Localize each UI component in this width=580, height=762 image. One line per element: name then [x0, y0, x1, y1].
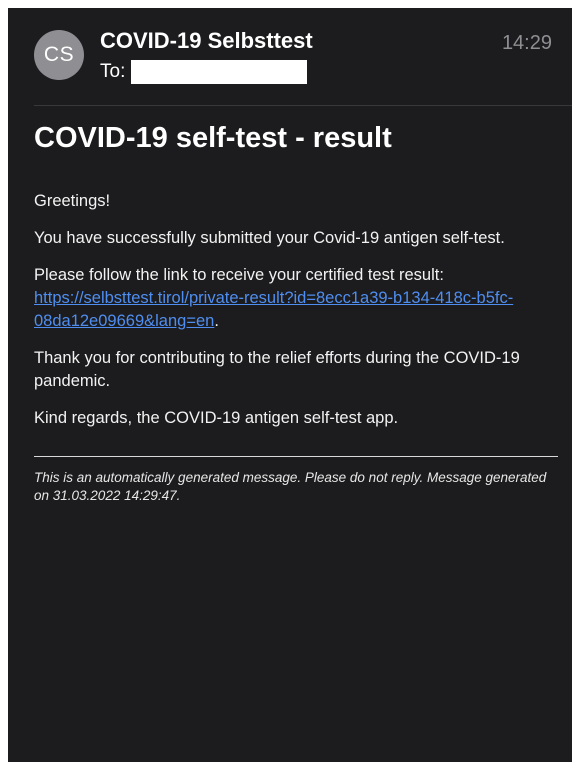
link-suffix: . — [214, 312, 219, 331]
email-header: CS COVID-19 Selbsttest To: 14:29 — [8, 8, 572, 106]
footer-divider — [34, 456, 558, 458]
submission-text: You have successfully submitted your Cov… — [34, 229, 505, 248]
regards-text: Kind regards, the COVID-19 antigen self-… — [34, 409, 399, 428]
footer-note: This is an automatically generated messa… — [34, 470, 547, 504]
recipient-redacted[interactable] — [131, 60, 308, 84]
thanks-text: Thank you for contributing to the relief… — [34, 349, 520, 391]
sender-name[interactable]: COVID-19 Selbsttest — [100, 28, 313, 54]
to-label: To: — [100, 61, 126, 82]
email-body: COVID-19 self-test - result Greetings! Y… — [34, 120, 558, 505]
sent-time: 14:29 — [501, 32, 552, 54]
email-view: CS COVID-19 Selbsttest To: 14:29 COVID-1… — [8, 8, 572, 762]
link-intro-text: Please follow the link to receive your c… — [34, 266, 444, 285]
email-title: COVID-19 self-test - result — [34, 122, 392, 154]
recipient-row: To: — [100, 60, 308, 86]
greeting-text: Greetings! — [34, 192, 111, 211]
sender-avatar[interactable]: CS — [34, 30, 84, 80]
result-link[interactable]: https://selbsttest.tirol/private-result?… — [34, 289, 513, 330]
header-divider — [34, 105, 572, 106]
link-paragraph: Please follow the link to receive your c… — [34, 264, 558, 333]
